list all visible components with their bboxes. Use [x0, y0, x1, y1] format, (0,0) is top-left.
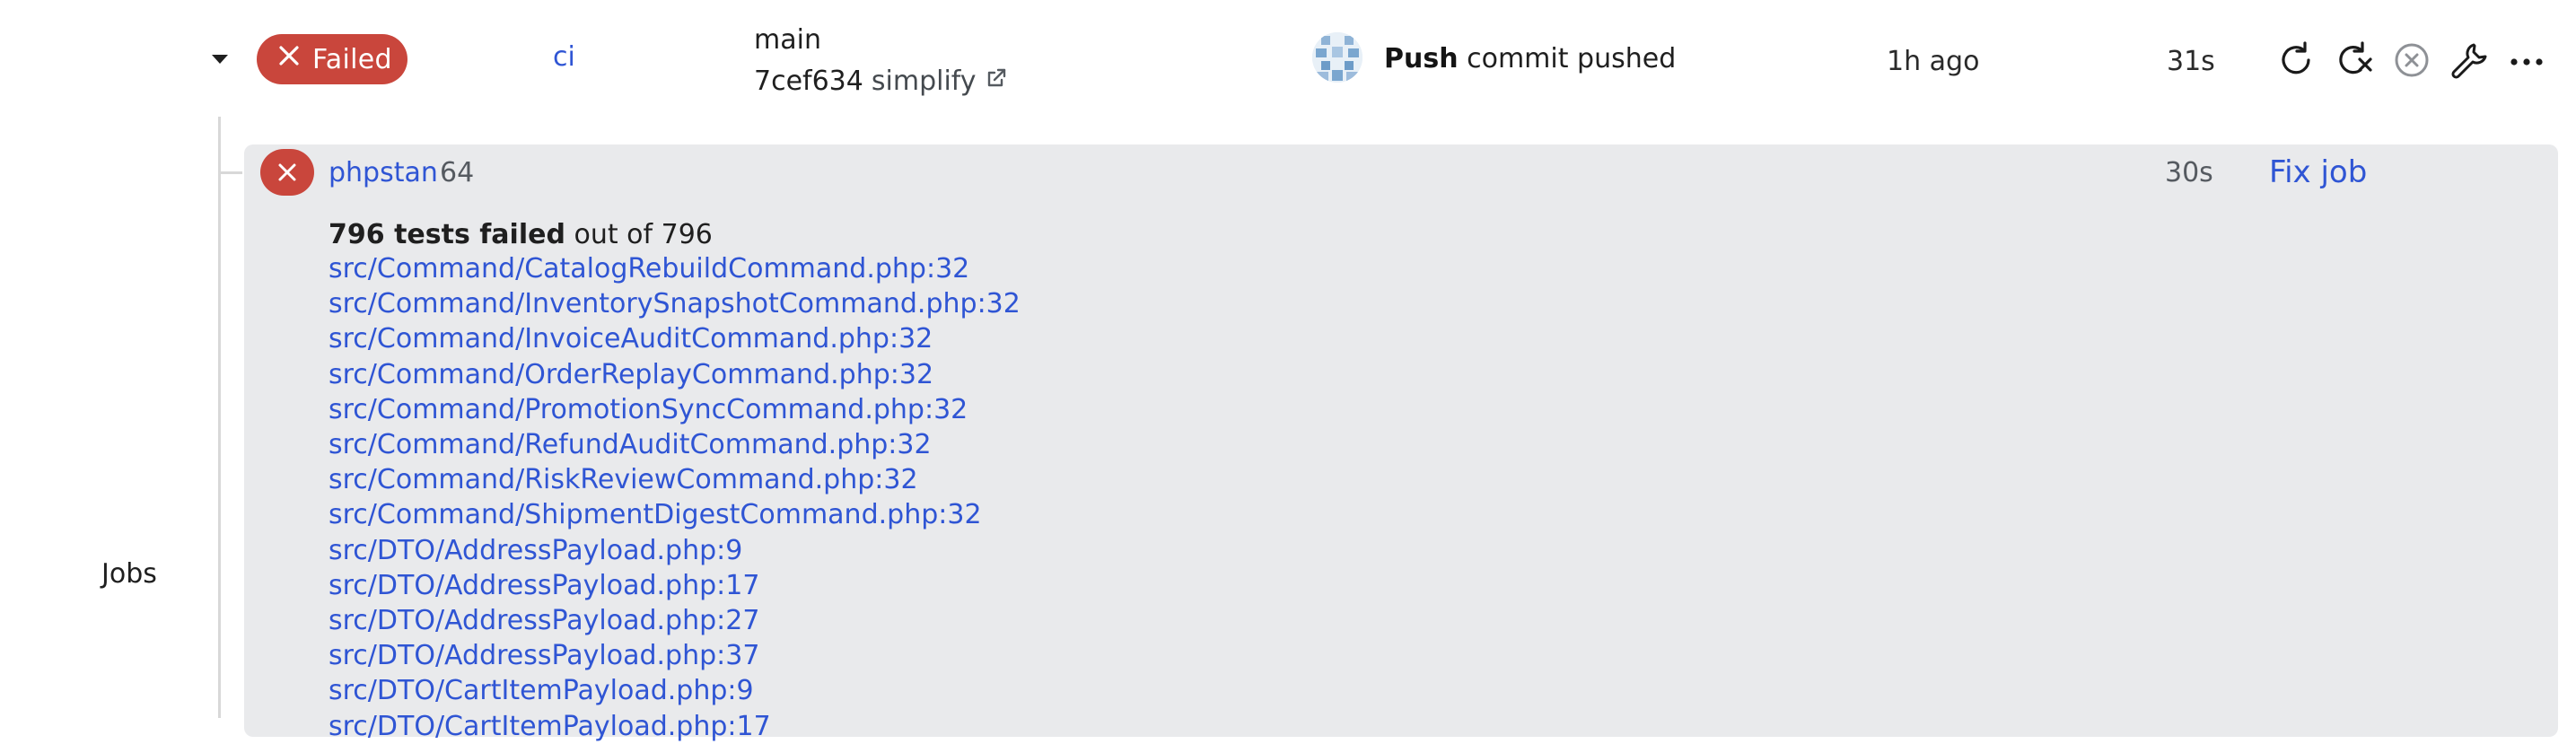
tree-connector-branch	[221, 171, 242, 174]
failure-link[interactable]: src/Command/InvoiceAuditCommand.php:32	[329, 321, 1021, 356]
external-link-icon	[985, 66, 1008, 97]
failure-link[interactable]: src/Command/CatalogRebuildCommand.php:32	[329, 251, 1021, 286]
fix-job-button[interactable]: Fix job	[2269, 154, 2367, 190]
event-description: Push commit pushed	[1384, 43, 1676, 74]
job-number: 64	[440, 157, 475, 188]
test-summary: 796 tests failed out of 796	[329, 219, 713, 250]
cancel-icon[interactable]	[2391, 39, 2432, 81]
wrench-icon[interactable]	[2449, 39, 2490, 81]
failure-list: src/Command/CatalogRebuildCommand.php:32…	[329, 251, 1021, 744]
failure-link[interactable]: src/DTO/CartItemPayload.php:9	[329, 673, 1021, 708]
job-duration: 30s	[2165, 157, 2213, 188]
workflow-link[interactable]: ci	[553, 41, 575, 73]
job-name-link[interactable]: phpstan	[329, 157, 438, 188]
failure-link[interactable]: src/DTO/AddressPayload.php:37	[329, 638, 1021, 673]
more-icon[interactable]	[2506, 39, 2547, 81]
rerun-failed-icon[interactable]	[2334, 39, 2375, 81]
tree-connector	[218, 117, 221, 718]
commit-link[interactable]: 7cef634 simplify	[754, 66, 1008, 97]
failure-link[interactable]: src/Command/OrderReplayCommand.php:32	[329, 357, 1021, 392]
jobs-label: Jobs	[101, 558, 157, 590]
run-duration: 31s	[2167, 46, 2215, 77]
failed-count: 796 tests failed	[329, 219, 565, 250]
failure-link[interactable]: src/DTO/AddressPayload.php:9	[329, 533, 1021, 568]
status-label: Failed	[312, 43, 392, 75]
failure-link[interactable]: src/Command/PromotionSyncCommand.php:32	[329, 392, 1021, 427]
avatar	[1312, 32, 1362, 83]
job-failed-icon	[260, 149, 314, 196]
expand-chevron-icon[interactable]	[210, 52, 230, 69]
commit-message: simplify	[871, 66, 977, 97]
rerun-icon[interactable]	[2276, 39, 2318, 81]
total-count: out of 796	[574, 219, 713, 250]
failure-link[interactable]: src/DTO/AddressPayload.php:27	[329, 603, 1021, 638]
branch-name[interactable]: main	[754, 24, 821, 56]
event-text: commit pushed	[1467, 43, 1677, 74]
failure-link[interactable]: src/Command/RefundAuditCommand.php:32	[329, 427, 1021, 462]
failure-link[interactable]: src/Command/InventorySnapshotCommand.php…	[329, 286, 1021, 321]
commit-hash: 7cef634	[754, 66, 863, 97]
failure-link[interactable]: src/DTO/CartItemPayload.php:17	[329, 709, 1021, 744]
failure-link[interactable]: src/DTO/AddressPayload.php:17	[329, 568, 1021, 603]
failure-link[interactable]: src/Command/RiskReviewCommand.php:32	[329, 462, 1021, 497]
close-icon	[276, 43, 302, 75]
status-badge: Failed	[257, 34, 407, 84]
event-type: Push	[1384, 43, 1459, 74]
run-time-ago: 1h ago	[1887, 46, 1980, 77]
failure-link[interactable]: src/Command/ShipmentDigestCommand.php:32	[329, 497, 1021, 532]
